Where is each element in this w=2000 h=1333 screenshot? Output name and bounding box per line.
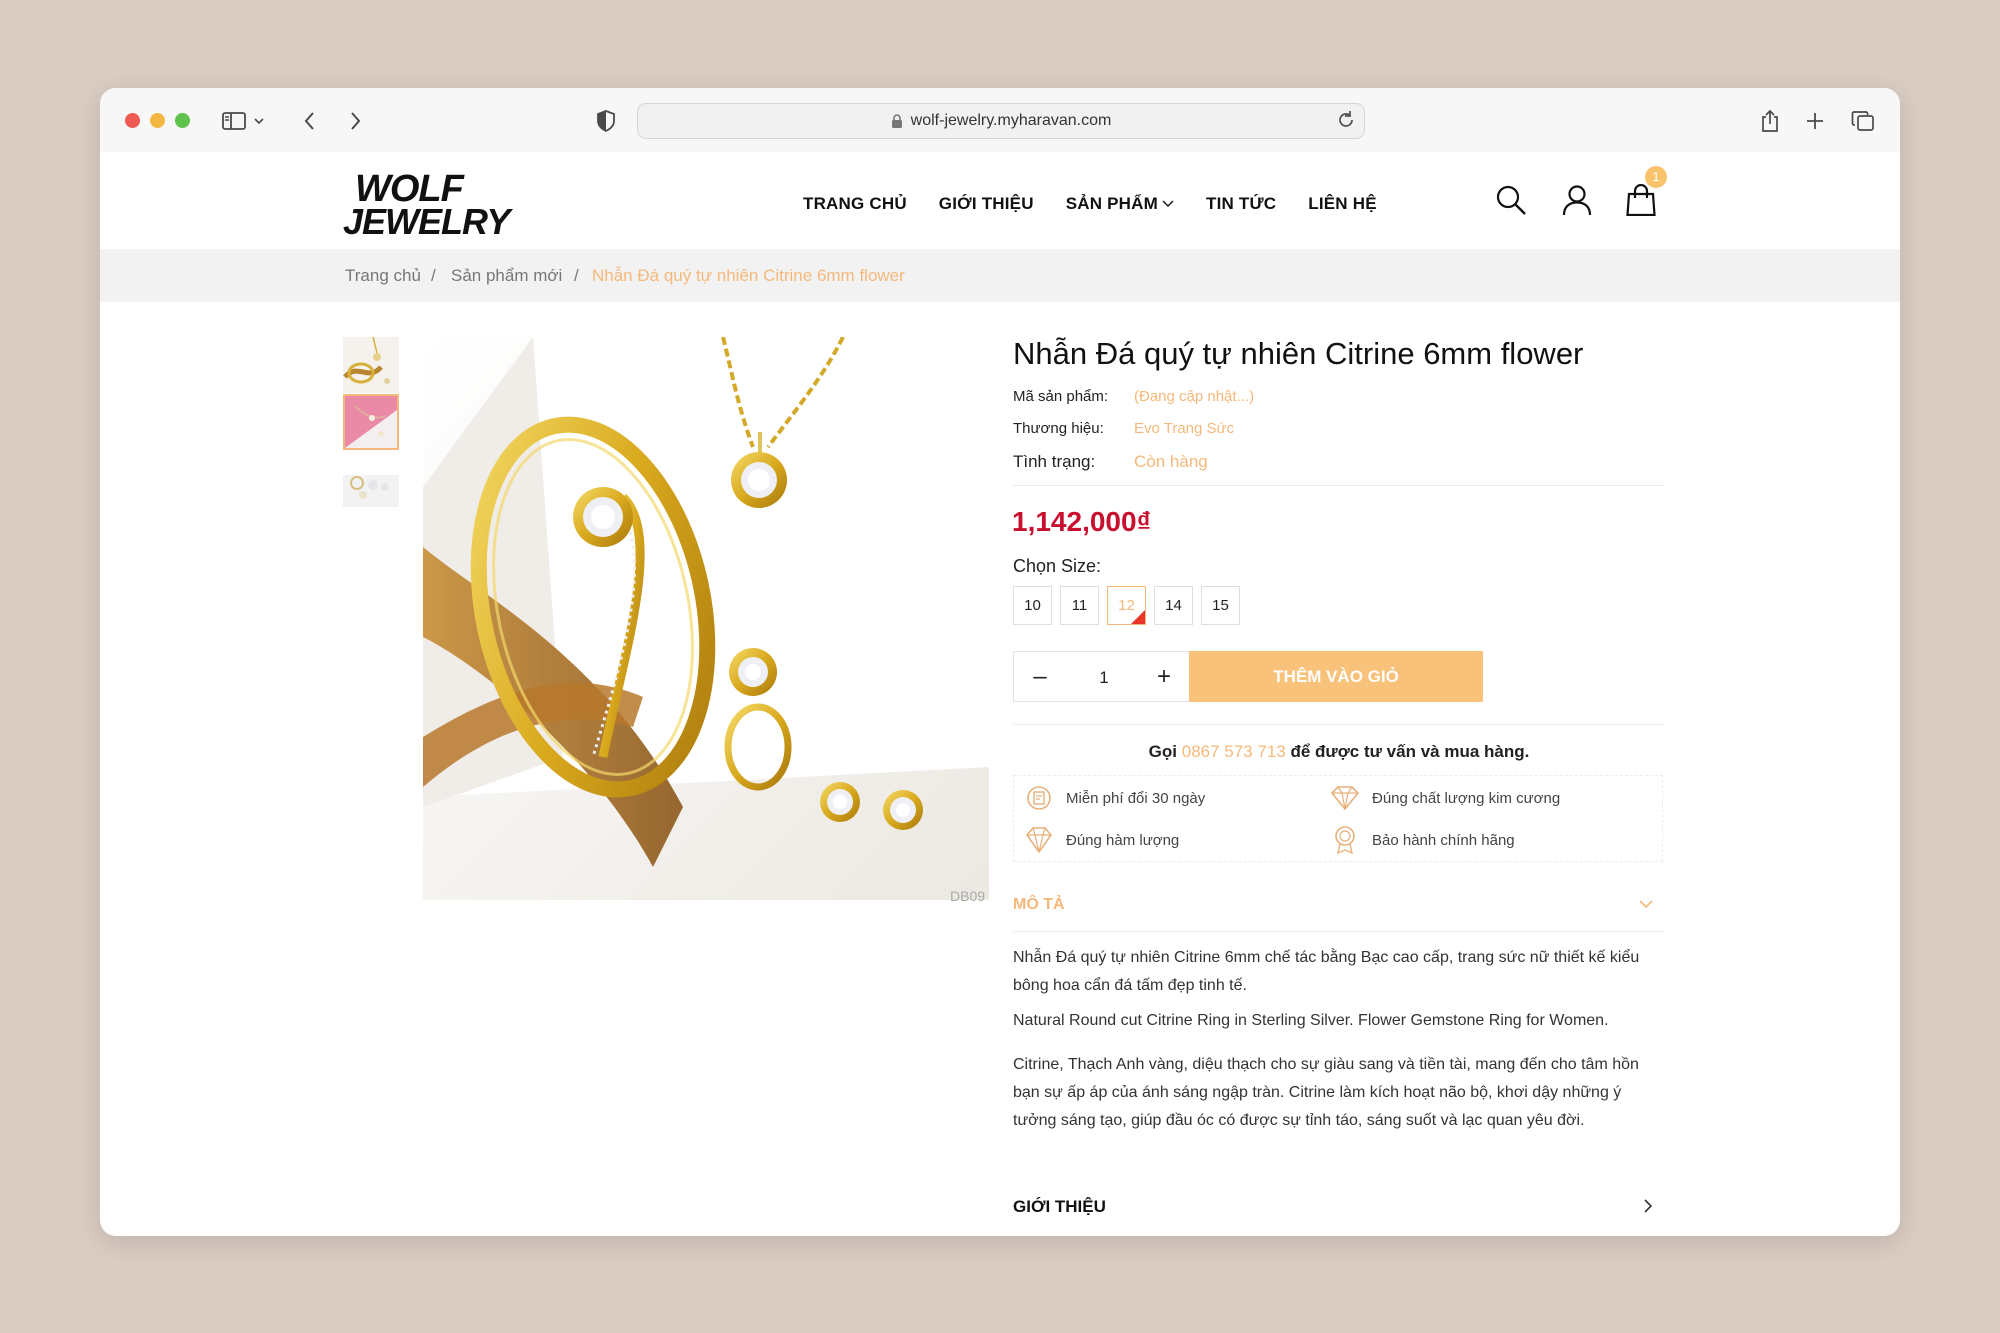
site-header: WOLF JEWELRY TRANG CHỦ GIỚI THIỆU SẢN PH… bbox=[100, 152, 1900, 250]
chevron-right-icon bbox=[1643, 1198, 1653, 1218]
status-value: Còn hàng bbox=[1134, 452, 1208, 471]
breadcrumb-separator: / bbox=[431, 266, 436, 285]
diamond-icon bbox=[1330, 783, 1360, 813]
back-icon[interactable] bbox=[295, 106, 325, 136]
url-text: wolf-jewelry.myharavan.com bbox=[910, 112, 1112, 129]
chevron-down-icon bbox=[1162, 200, 1174, 208]
feature-item: Đúng chất lượng kim cương bbox=[1330, 783, 1560, 813]
close-window-button[interactable] bbox=[125, 113, 140, 128]
privacy-shield-icon[interactable] bbox=[591, 106, 621, 136]
product-main-image[interactable] bbox=[423, 337, 989, 900]
size-option[interactable]: 11 bbox=[1060, 586, 1099, 625]
feature-text: Đúng chất lượng kim cương bbox=[1372, 789, 1561, 807]
image-code: DB09 bbox=[950, 888, 986, 904]
feature-item: Đúng hàm lượng bbox=[1024, 825, 1179, 855]
about-accordion-header[interactable]: GIỚI THIỆU bbox=[1013, 1197, 1665, 1217]
share-icon[interactable] bbox=[1755, 106, 1785, 136]
about-heading: GIỚI THIỆU bbox=[1013, 1197, 1106, 1216]
description-heading: MÔ TẢ bbox=[1013, 896, 1065, 913]
feature-text: Đúng hàm lượng bbox=[1066, 831, 1180, 849]
sidebar-toggle-icon[interactable] bbox=[219, 106, 249, 136]
description-paragraph: Nhẫn Đá quý tự nhiên Citrine 6mm chế tác… bbox=[1013, 949, 1640, 994]
nav-products-label: SẢN PHẨM bbox=[1065, 194, 1158, 213]
size-option[interactable]: 10 bbox=[1013, 586, 1052, 625]
feature-text: Miễn phí đổi 30 ngày bbox=[1066, 789, 1206, 807]
size-option-selected[interactable]: 12 bbox=[1107, 586, 1146, 625]
search-icon[interactable] bbox=[1491, 180, 1531, 220]
size-option[interactable]: 14 bbox=[1154, 586, 1193, 625]
feature-text: Bảo hành chính hãng bbox=[1372, 831, 1515, 849]
product-thumbnail-selected[interactable] bbox=[343, 394, 399, 450]
main-nav: TRANG CHỦ GIỚI THIỆU SẢN PHẨM TIN TỨC LI… bbox=[803, 194, 1409, 214]
product-thumbnail[interactable] bbox=[343, 337, 399, 393]
sku-label: Mã sản phẩm: bbox=[1013, 388, 1109, 405]
breadcrumb-current: Nhẫn Đá quý tự nhiên Citrine 6mm flower bbox=[592, 266, 905, 285]
description-accordion-header[interactable]: MÔ TẢ bbox=[1013, 896, 1665, 914]
nav-about[interactable]: GIỚI THIỆU bbox=[939, 194, 1034, 214]
gem-icon bbox=[1024, 825, 1054, 855]
chevron-down-icon bbox=[1639, 896, 1653, 914]
nav-news[interactable]: TIN TỨC bbox=[1206, 194, 1276, 214]
address-bar[interactable]: wolf-jewelry.myharavan.com bbox=[637, 103, 1365, 139]
breadcrumb-category[interactable]: Sản phẩm mới bbox=[451, 266, 562, 286]
wolf-jewelry-logo[interactable]: WOLF JEWELRY bbox=[343, 168, 528, 242]
nav-contact[interactable]: LIÊN HỆ bbox=[1308, 194, 1376, 214]
forward-icon[interactable] bbox=[340, 106, 370, 136]
decrease-quantity-button[interactable]: – bbox=[1014, 652, 1066, 701]
description-paragraph: Citrine, Thạch Anh vàng, diệu thạch cho … bbox=[1013, 1056, 1639, 1129]
quantity-input[interactable] bbox=[1066, 652, 1142, 703]
feature-item: Bảo hành chính hãng bbox=[1330, 825, 1515, 855]
product-price: 1,142,000₫ bbox=[1012, 506, 1151, 537]
new-tab-icon[interactable] bbox=[1800, 106, 1830, 136]
nav-home[interactable]: TRANG CHỦ bbox=[803, 194, 907, 214]
size-option[interactable]: 15 bbox=[1201, 586, 1240, 625]
divider bbox=[1013, 485, 1665, 486]
call-to-order: Gọi 0867 573 713 để được tư vấn và mua h… bbox=[1013, 742, 1665, 762]
chevron-down-icon[interactable] bbox=[251, 106, 267, 136]
lock-icon bbox=[891, 113, 903, 129]
description-paragraph: Natural Round cut Citrine Ring in Sterli… bbox=[1013, 1012, 1609, 1029]
features-box: Miễn phí đổi 30 ngày Đúng chất lượng kim… bbox=[1013, 775, 1663, 862]
sku-value: (Đang cập nhật...) bbox=[1134, 388, 1255, 405]
browser-toolbar: wolf-jewelry.myharavan.com bbox=[100, 88, 1900, 152]
reload-icon[interactable] bbox=[1336, 109, 1356, 131]
account-icon[interactable] bbox=[1557, 180, 1597, 220]
maximize-window-button[interactable] bbox=[175, 113, 190, 128]
svg-text:JEWELRY: JEWELRY bbox=[343, 201, 513, 238]
breadcrumb: Trang chủ / Sản phẩm mới / Nhẫn Đá quý t… bbox=[100, 249, 1900, 302]
product-thumbnail[interactable] bbox=[343, 451, 399, 507]
brand-value[interactable]: Evo Trang Sức bbox=[1134, 420, 1234, 437]
brand-label: Thương hiệu: bbox=[1013, 420, 1104, 437]
browser-window: wolf-jewelry.myharavan.com WOLF JEWELRY … bbox=[100, 88, 1900, 1236]
product-title: Nhẫn Đá quý tự nhiên Citrine 6mm flower bbox=[1013, 336, 1584, 371]
increase-quantity-button[interactable]: + bbox=[1138, 652, 1190, 701]
feature-item: Miễn phí đổi 30 ngày bbox=[1024, 783, 1205, 813]
call-suffix: để được tư vấn và mua hàng. bbox=[1290, 742, 1530, 761]
quantity-stepper: – + bbox=[1013, 651, 1191, 703]
add-to-cart-button[interactable]: THÊM VÀO GIỎ bbox=[1189, 651, 1483, 702]
cart-count-badge: 1 bbox=[1645, 166, 1667, 188]
size-label: Chọn Size: bbox=[1013, 556, 1102, 576]
status-label: Tình trạng: bbox=[1013, 452, 1096, 471]
breadcrumb-separator: / bbox=[574, 266, 579, 285]
phone-link[interactable]: 0867 573 713 bbox=[1182, 742, 1286, 761]
divider bbox=[1013, 724, 1665, 725]
exchange-icon bbox=[1024, 783, 1054, 813]
tab-overview-icon[interactable] bbox=[1848, 106, 1878, 136]
call-prefix: Gọi bbox=[1148, 742, 1177, 761]
breadcrumb-home[interactable]: Trang chủ bbox=[345, 266, 421, 286]
divider bbox=[1013, 931, 1665, 932]
nav-products[interactable]: SẢN PHẨM bbox=[1066, 194, 1174, 214]
minimize-window-button[interactable] bbox=[150, 113, 165, 128]
warranty-icon bbox=[1330, 825, 1360, 855]
